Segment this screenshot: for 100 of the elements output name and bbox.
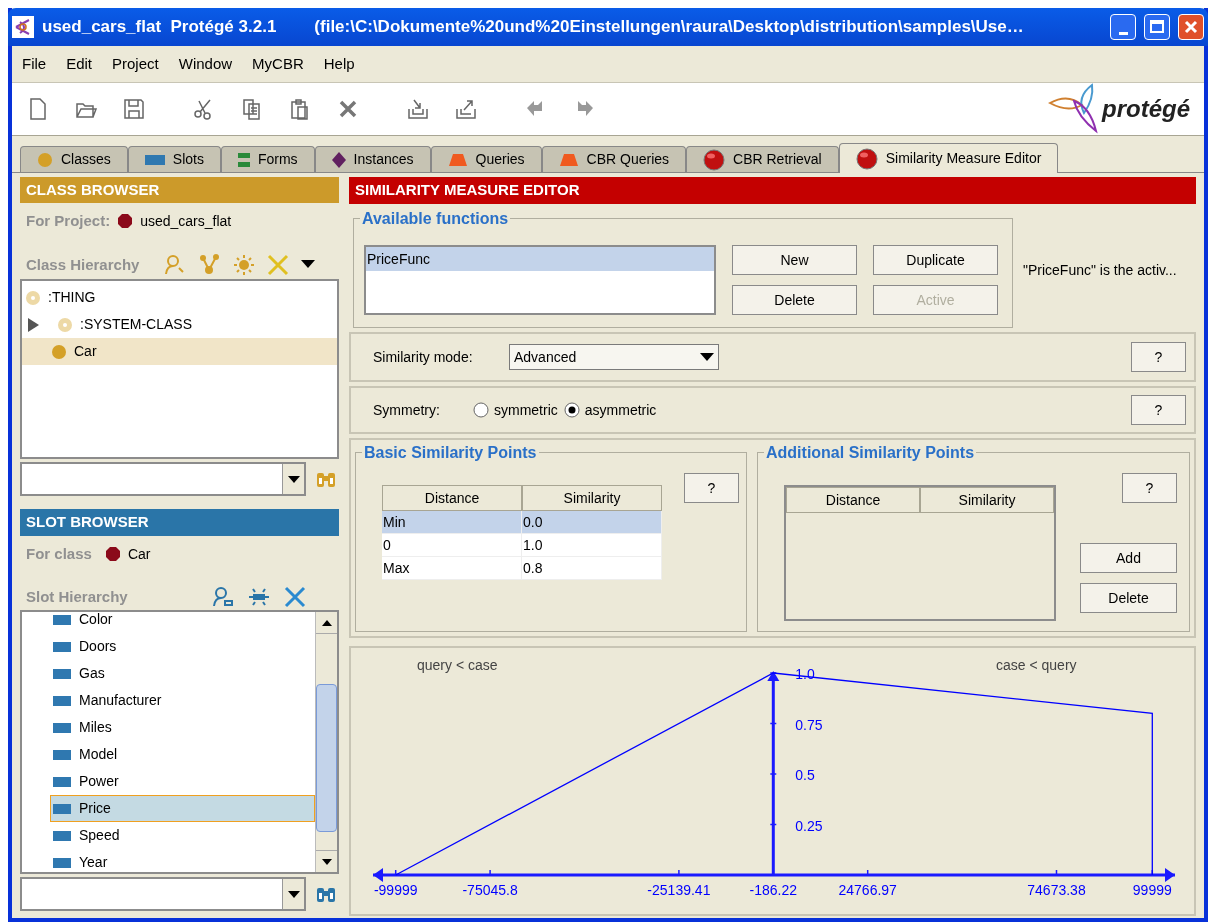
slot-icon [53, 668, 71, 679]
rectangle-icon [144, 153, 165, 166]
tree-item[interactable]: Car [22, 338, 337, 365]
search-icon[interactable] [211, 586, 234, 608]
slot-item[interactable]: Model [50, 741, 315, 768]
table-cell: 0.8 [522, 557, 662, 580]
tick-label: 0.25 [795, 817, 823, 834]
tick-label: -25139.41 [647, 882, 711, 898]
slot-item[interactable]: Miles [50, 714, 315, 741]
scrollbar[interactable] [315, 612, 337, 872]
slot-icon [53, 722, 71, 733]
field-label: Symmetry: [373, 400, 441, 420]
tab[interactable]: Similarity Measure Editor [838, 143, 1059, 173]
slot-item[interactable]: Gas [50, 660, 315, 687]
menu-item[interactable]: File [22, 52, 47, 76]
tab[interactable]: Forms [220, 146, 315, 172]
slot-item[interactable]: Price [50, 795, 315, 822]
slot-icon [53, 857, 71, 868]
trapezoid-icon [558, 152, 579, 167]
menu-item[interactable]: Edit [66, 52, 93, 76]
slot-item[interactable]: Doors [50, 633, 315, 660]
table-row[interactable]: Min 0.0 [382, 511, 662, 534]
combo-field[interactable] [20, 462, 306, 496]
slot-item[interactable]: Speed [50, 822, 315, 849]
close-button[interactable] [1178, 13, 1204, 40]
ball-icon [855, 147, 878, 170]
tab[interactable]: CBR Queries [541, 146, 687, 172]
circle-icon [52, 344, 66, 359]
dropdown-icon [700, 353, 714, 361]
dropdown[interactable]: Advanced [509, 344, 719, 370]
slot-icon [53, 803, 71, 814]
sun-icon[interactable] [247, 586, 270, 608]
combo-field[interactable] [20, 877, 306, 911]
ball-icon [703, 148, 726, 171]
class-name: Car [127, 544, 151, 564]
button[interactable]: Delete [732, 285, 857, 315]
slot-item[interactable]: Year [50, 849, 315, 872]
window-title: used_cars_flat Protégé 3.2.1 [42, 16, 277, 38]
tick-label: -186.22 [749, 882, 798, 898]
field-label: For class [26, 543, 92, 564]
dropdown-icon [287, 475, 300, 483]
tab[interactable]: Slots [127, 146, 221, 172]
maximize-button[interactable] [1144, 13, 1170, 40]
slot-item[interactable]: Manufacturer [50, 687, 315, 714]
tab[interactable]: Queries [430, 146, 542, 172]
project-name: used_cars_flat [140, 211, 232, 231]
button[interactable]: ? [1131, 395, 1186, 425]
app-icon [12, 15, 34, 38]
button[interactable]: Duplicate [873, 245, 998, 275]
expand-arrow-icon[interactable] [26, 317, 40, 332]
minimize-button[interactable] [1110, 13, 1136, 40]
hexagon-icon [105, 547, 120, 561]
menu-item[interactable]: MyCBR [252, 52, 304, 76]
tab[interactable]: Classes [20, 146, 128, 172]
tree-item[interactable]: :SYSTEM-CLASS [22, 311, 337, 338]
save-icon[interactable] [122, 97, 146, 122]
radio-button[interactable]: symmetric [473, 399, 558, 421]
list-item[interactable]: PriceFunc [366, 247, 714, 271]
menu-item[interactable]: Help [323, 52, 355, 76]
tick-label: 24766.97 [838, 882, 897, 898]
dropdown-icon[interactable] [301, 260, 316, 268]
tab[interactable]: Instances [314, 146, 431, 172]
table-cell: Max [382, 557, 522, 580]
binoculars-icon[interactable] [316, 470, 336, 488]
tab[interactable]: CBR Retrieval [686, 146, 839, 172]
panel-header: CLASS BROWSER [20, 177, 339, 203]
field-label: For Project: [26, 210, 111, 231]
table-row[interactable]: 0 1.0 [382, 534, 662, 557]
dropdown-icon [287, 890, 300, 898]
table-row[interactable]: Max 0.8 [382, 557, 662, 580]
bars-icon [237, 151, 250, 168]
scroll-down-icon [321, 858, 332, 865]
button[interactable]: ? [1122, 473, 1177, 503]
slot-item[interactable]: Power [50, 768, 315, 795]
button[interactable]: ? [684, 473, 739, 503]
radio-button[interactable]: asymmetric [563, 399, 657, 421]
menu-item[interactable]: Window [178, 52, 233, 76]
button[interactable]: Delete [1080, 583, 1177, 613]
binoculars-icon[interactable] [316, 885, 336, 903]
button[interactable]: Add [1080, 543, 1177, 573]
slot-icon [53, 641, 71, 652]
menu-item[interactable]: Project [112, 52, 159, 76]
status-text: "PriceFunc" is the activ... [1023, 261, 1177, 280]
scroll-up-icon [321, 619, 332, 626]
export-icon[interactable] [454, 97, 478, 122]
tree-item[interactable]: :THING [22, 284, 337, 311]
tick-label: 0.75 [795, 716, 823, 733]
import-icon[interactable] [406, 97, 430, 122]
button[interactable]: New [732, 245, 857, 275]
tick-label: -99999 [373, 882, 418, 898]
delete-icon[interactable] [283, 586, 306, 608]
field-label: Similarity mode: [373, 347, 474, 367]
column-header: Distance [786, 487, 920, 513]
panel-header: SIMILARITY MEASURE EDITOR [349, 177, 1196, 204]
slot-item[interactable]: Color [50, 612, 315, 633]
chart-label: case < query [996, 657, 1077, 673]
file-path: (file:\C:\Dokumente%20und%20Einstellungen\raura\Desktop\distribution\samples\Use… [314, 16, 1024, 38]
slot-icon [53, 695, 71, 706]
column-header: Similarity [522, 485, 662, 511]
button[interactable]: ? [1131, 342, 1186, 372]
